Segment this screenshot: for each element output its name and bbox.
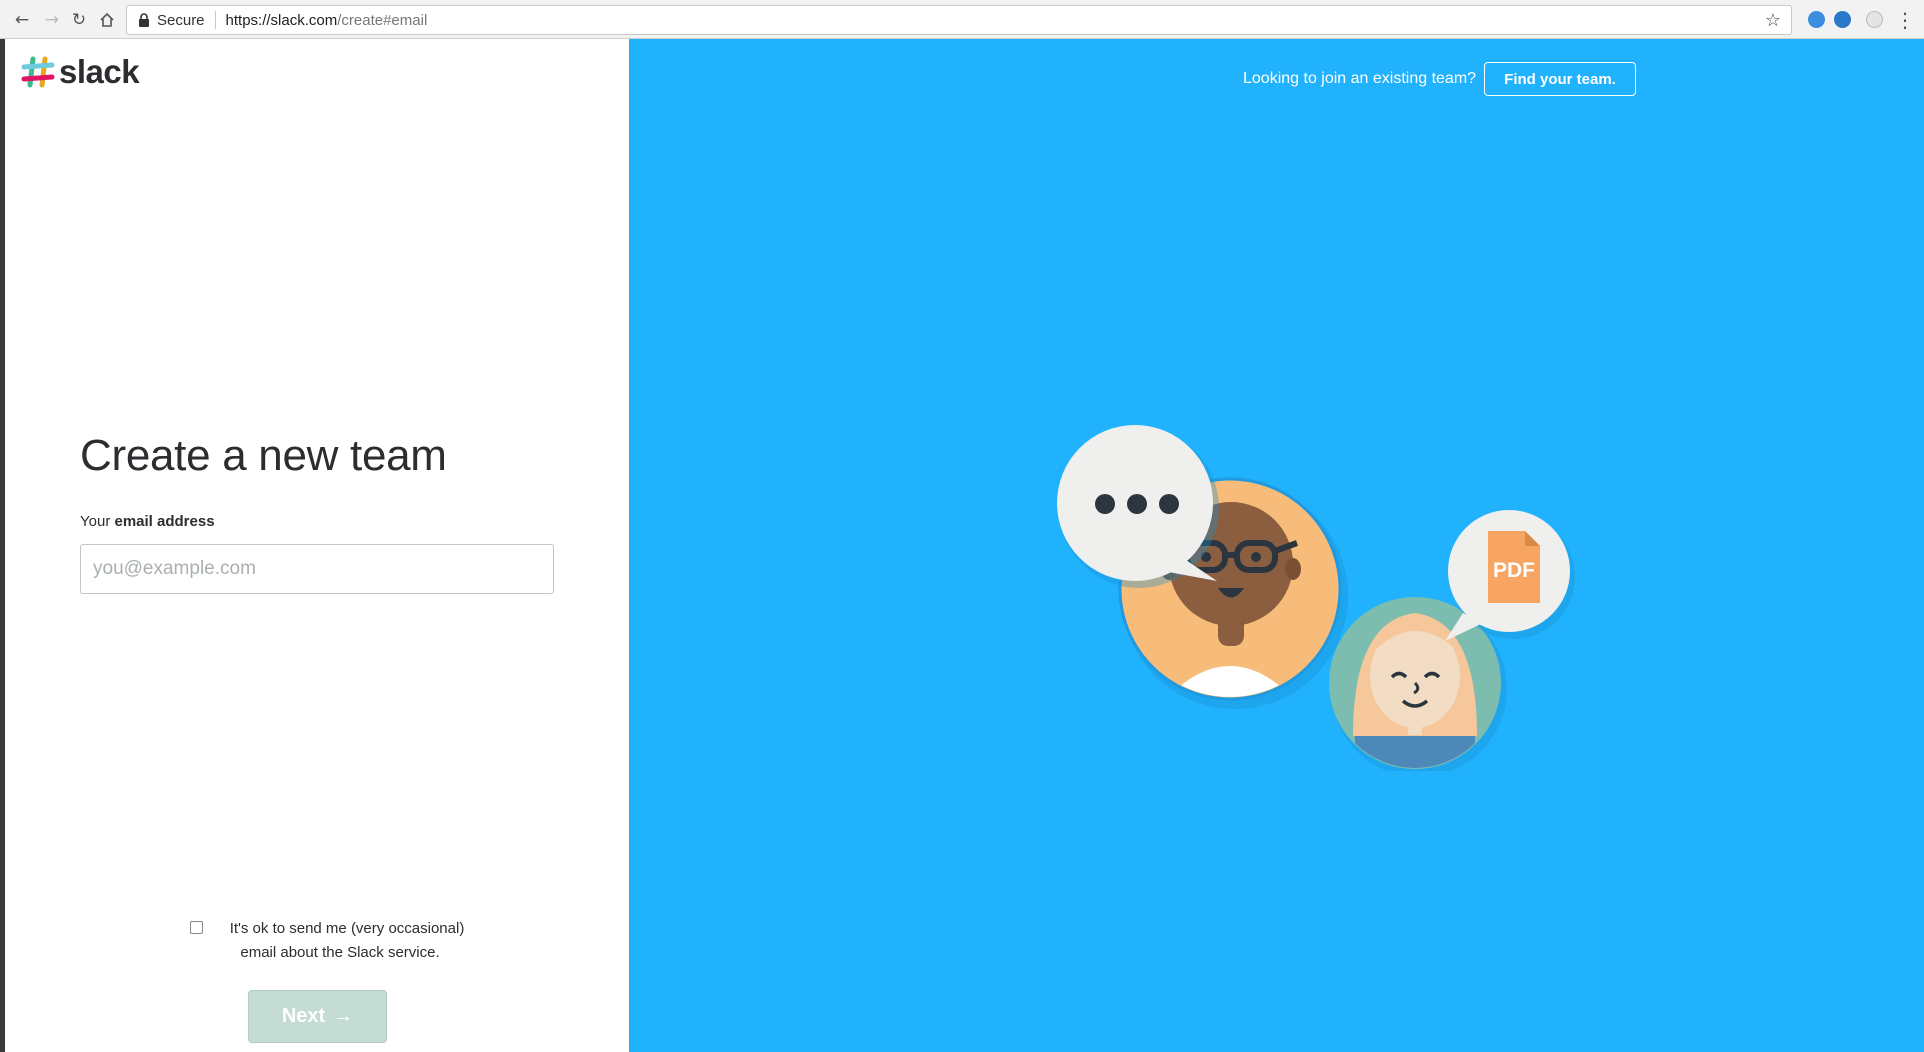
pdf-label: PDF: [1493, 559, 1535, 582]
url-host: https://slack.com: [225, 11, 338, 29]
lock-icon: [135, 11, 153, 29]
email-label: Your email address: [80, 513, 215, 530]
logo-text: slack: [59, 53, 140, 90]
email-label-prefix: Your: [80, 513, 115, 530]
find-team-button[interactable]: Find your team.: [1484, 62, 1636, 96]
reload-icon[interactable]: ↻: [67, 8, 91, 32]
forward-icon[interactable]: →: [40, 8, 64, 32]
bookmark-star-icon[interactable]: ☆: [1765, 10, 1781, 31]
email-label-bold: email address: [114, 513, 215, 530]
pdf-bubble-icon: PDF: [1445, 510, 1575, 641]
consent-text-line2: email about the Slack service.: [240, 944, 440, 961]
chat-bubble-icon: [1057, 425, 1219, 588]
join-team-text: Looking to join an existing team?: [1243, 70, 1477, 87]
page-title: Create a new team: [80, 431, 447, 480]
slack-hash-icon: [21, 56, 55, 88]
slack-logo[interactable]: slack: [21, 53, 140, 91]
email-field[interactable]: [80, 544, 554, 594]
signup-panel: slack Create a new team Your email addre…: [5, 39, 629, 1052]
next-label: Next: [281, 1005, 326, 1027]
next-button[interactable]: Next →: [248, 990, 387, 1043]
team-illustration: PDF: [1057, 425, 1575, 771]
menu-icon[interactable]: ⋮: [1893, 8, 1917, 32]
browser-toolbar: ← → ↻ Secure https://slack.com/create#em…: [0, 0, 1924, 39]
consent-checkbox[interactable]: [190, 921, 203, 934]
omnibox-divider: [214, 11, 216, 29]
address-bar[interactable]: Secure https://slack.com/create#email ☆: [126, 5, 1792, 35]
secure-label: Secure: [157, 11, 205, 29]
arrow-right-icon: →: [333, 1005, 354, 1027]
back-icon[interactable]: ←: [10, 8, 34, 32]
consent-text-line1: It's ok to send me (very occasional): [229, 920, 465, 937]
hero-panel: Looking to join an existing team? Find y…: [629, 39, 1924, 1052]
extension-icon[interactable]: [1808, 11, 1825, 28]
url-path: /create#email: [337, 11, 428, 29]
extension-icon[interactable]: [1834, 11, 1851, 28]
home-icon[interactable]: [95, 8, 119, 32]
extension-icon[interactable]: [1866, 11, 1883, 28]
consent-row: It's ok to send me (very occasional) ema…: [190, 917, 490, 965]
